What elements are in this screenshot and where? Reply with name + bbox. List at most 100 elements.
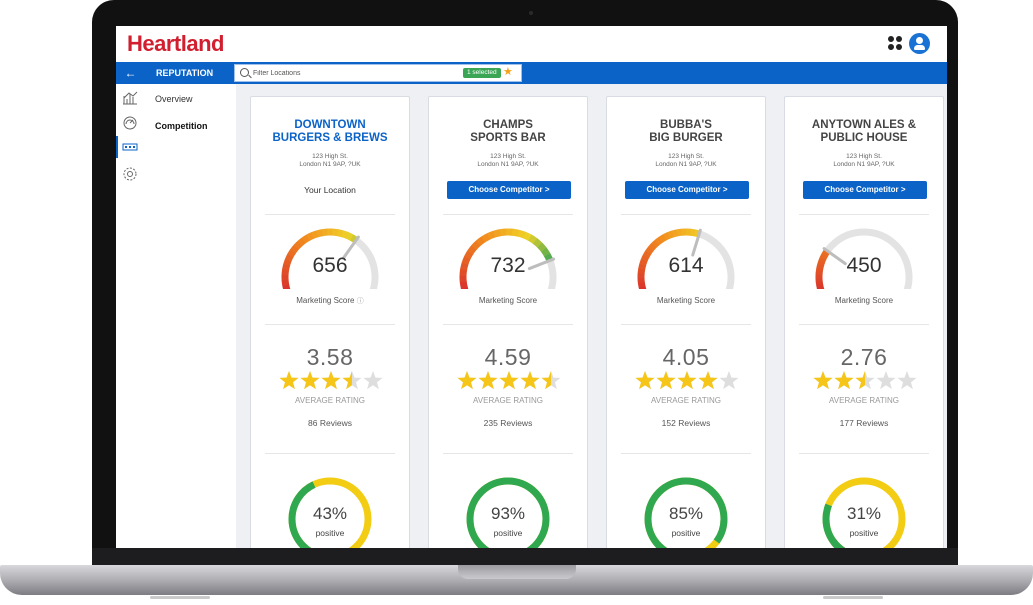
- laptop-notch: [458, 565, 576, 579]
- divider: [265, 214, 395, 215]
- location-filter[interactable]: 1 selected ★: [234, 64, 522, 82]
- choose-competitor-button[interactable]: Choose Competitor >: [625, 181, 749, 199]
- positive-percent: 43%: [312, 504, 348, 523]
- competition-content: DOWNTOWN BURGERS & BREWS 123 High St. Lond…: [236, 84, 947, 548]
- location-name-line: ANYTOWN ALES &: [811, 119, 917, 131]
- choose-competitor-button[interactable]: Choose Competitor >: [803, 181, 927, 199]
- divider: [443, 214, 573, 215]
- camera-dot: [529, 11, 533, 15]
- divider: [265, 453, 395, 454]
- star-filled: [457, 371, 477, 390]
- gauge-fill-segment: [638, 285, 647, 289]
- gauge-fill-segment: [651, 239, 660, 249]
- positive-percent: 85%: [668, 504, 704, 523]
- location-name-line: BUBBA'S: [660, 119, 712, 131]
- average-rating-value: 3.58: [306, 344, 354, 370]
- gauge-fill-segment: [645, 246, 654, 255]
- address-line: 123 High St.: [668, 153, 704, 160]
- gauge-fill-segment: [654, 236, 663, 246]
- marketing-score-value: 614: [668, 254, 704, 277]
- review-count: 152 Reviews: [661, 418, 711, 428]
- section-title: REPUTATION: [156, 68, 214, 78]
- star-filled: [677, 371, 697, 390]
- positive-label: positive: [849, 528, 879, 538]
- competition-icon[interactable]: [122, 139, 138, 155]
- gauge-fill-segment: [690, 228, 696, 237]
- gauge-fill-segment: [648, 242, 657, 252]
- marketing-score-value: 656: [312, 254, 348, 277]
- gauge-fill-segment: [816, 284, 824, 289]
- positive-label: positive: [315, 528, 345, 538]
- gauge-fill-segment: [475, 236, 486, 246]
- star-empty: [876, 371, 896, 390]
- marketing-score-label: Marketing Score ⓘ: [251, 296, 409, 306]
- back-arrow-icon[interactable]: ←: [116, 62, 145, 84]
- star-filled: [321, 371, 341, 390]
- location-address: 123 High St. London N1 9AP, ?UK: [429, 153, 587, 169]
- settings-icon[interactable]: [122, 166, 138, 182]
- gauge-fill-segment: [667, 230, 675, 239]
- location-address: 123 High St. London N1 9AP, ?UK: [251, 153, 409, 169]
- star-filled: [520, 371, 540, 390]
- gauge-fill-segment: [637, 281, 646, 288]
- star-filled: [300, 371, 320, 390]
- gauge-fill-segment: [662, 232, 671, 241]
- star-rating: [457, 371, 561, 390]
- marketing-score-value: 732: [490, 254, 526, 277]
- heartland-logo[interactable]: Heartland: [127, 31, 224, 57]
- gauge-fill-segment: [345, 232, 354, 241]
- average-rating-value: 4.59: [484, 344, 532, 370]
- average-rating-value: 2.76: [840, 344, 888, 370]
- filter-locations-input[interactable]: [253, 67, 433, 79]
- location-name-line: DOWNTOWN: [294, 119, 366, 131]
- average-rating-label: AVERAGE RATING: [651, 396, 721, 405]
- apps-grid-icon[interactable]: [888, 36, 902, 50]
- positive-label: positive: [493, 528, 523, 538]
- divider: [443, 453, 573, 454]
- star-icon[interactable]: ★: [503, 65, 513, 78]
- marketing-score-label: Marketing Score: [834, 296, 894, 305]
- location-name-line: BIG BURGER: [649, 132, 723, 144]
- gauge-fill-segment: [658, 234, 667, 243]
- positive-label: positive: [671, 528, 701, 538]
- marketing-score-label: Marketing Score: [478, 296, 538, 305]
- gauge-fill-segment: [532, 238, 543, 248]
- gauge-fill-segment: [311, 230, 319, 239]
- gauge-fill-segment: [293, 240, 303, 250]
- gauge-fill-segment: [512, 228, 520, 237]
- address-line: 123 High St.: [846, 153, 882, 160]
- star-filled: [635, 371, 655, 390]
- choose-competitor-button[interactable]: Choose Competitor >: [447, 181, 571, 199]
- competitor-card: CHAMPS SPORTS BAR 123 High St. London N1 9…: [428, 96, 588, 548]
- divider: [621, 214, 751, 215]
- gauge-fill-segment: [282, 284, 291, 289]
- location-name: CHAMPS SPORTS BAR: [429, 119, 587, 145]
- location-name-line: SPORTS BAR: [470, 132, 546, 144]
- average-rating-value: 4.05: [662, 344, 710, 370]
- gauge-fill-segment: [486, 230, 496, 240]
- location-card: DOWNTOWN BURGERS & BREWS 123 High St. Lond…: [250, 96, 410, 548]
- competitor-card: ANYTOWN ALES & PUBLIC HOUSE 123 High St. L…: [784, 96, 944, 548]
- star-empty: [897, 371, 917, 390]
- star-empty: [363, 371, 383, 390]
- divider: [443, 324, 573, 325]
- address-line: 123 High St.: [490, 153, 526, 160]
- user-avatar-icon[interactable]: [909, 33, 930, 54]
- chart-icon[interactable]: [122, 90, 138, 106]
- info-icon[interactable]: ⓘ: [357, 298, 364, 305]
- star-rating: [813, 371, 917, 390]
- gauge-fill-segment: [297, 237, 307, 247]
- gauge-fill-segment: [290, 244, 300, 254]
- gauge-fill-segment: [671, 229, 679, 238]
- gauge-fill-segment: [281, 279, 290, 286]
- review-count: 177 Reviews: [839, 418, 889, 428]
- location-name: BUBBA'S BIG BURGER: [607, 119, 765, 145]
- selected-count-badge[interactable]: 1 selected: [463, 68, 501, 78]
- address-line: 123 High St.: [312, 153, 348, 160]
- nav-item-overview[interactable]: Overview: [155, 94, 193, 104]
- star-filled: [813, 371, 833, 390]
- gauge-icon[interactable]: [122, 115, 138, 131]
- nav-item-competition[interactable]: Competition: [155, 121, 208, 131]
- average-rating-label: AVERAGE RATING: [295, 396, 365, 405]
- competitor-card: BUBBA'S BIG BURGER 123 High St. London N1 …: [606, 96, 766, 548]
